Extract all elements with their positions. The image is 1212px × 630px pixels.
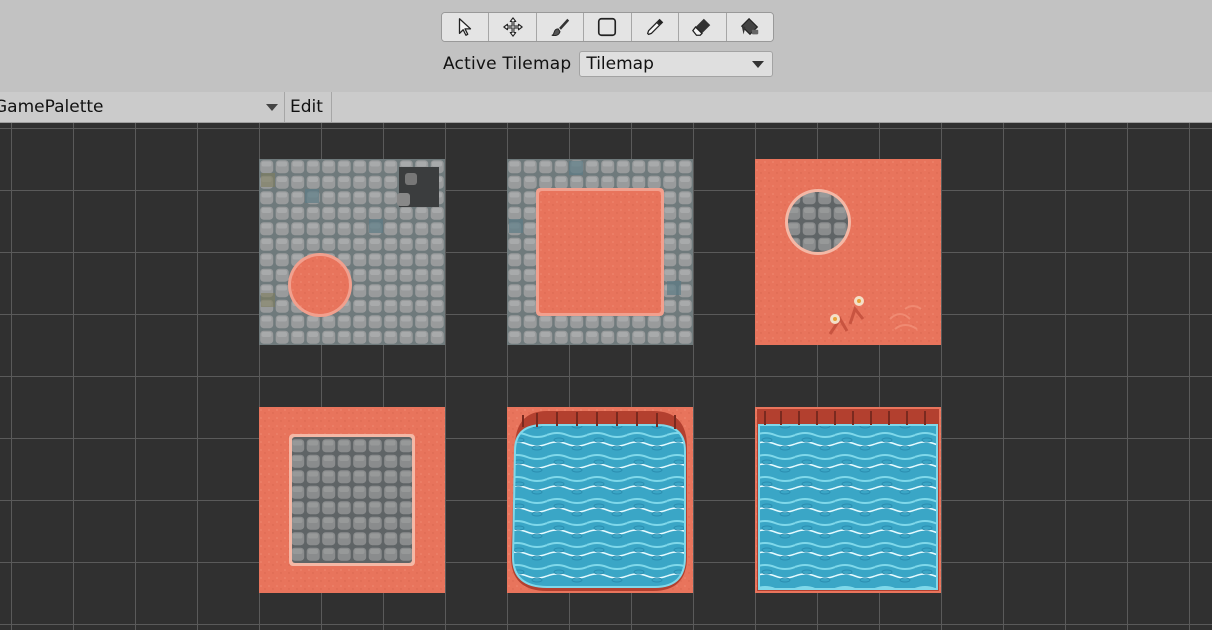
- tile-stone-sand-square[interactable]: [507, 159, 693, 345]
- eraser-icon: [692, 18, 711, 36]
- edit-palette-button[interactable]: Edit: [286, 92, 332, 122]
- erase-tool-button[interactable]: [679, 13, 727, 41]
- select-tool-button[interactable]: [442, 13, 490, 41]
- tile-water-square[interactable]: [755, 407, 941, 593]
- eyedropper-icon: [646, 18, 664, 36]
- move-arrows-icon: [502, 17, 523, 37]
- active-tilemap-row: Active Tilemap Tilemap: [443, 50, 774, 78]
- tile-water-rounded[interactable]: [507, 407, 693, 593]
- box-fill-tool-button[interactable]: [584, 13, 632, 41]
- arrow-cursor-icon: [459, 18, 472, 36]
- tool-strip: [441, 12, 774, 42]
- tile-palette-toolbar: Active Tilemap Tilemap: [0, 0, 1212, 92]
- fill-tool-button[interactable]: [726, 13, 773, 41]
- tile-sand-stone-hole[interactable]: [755, 159, 941, 345]
- paint-bucket-icon: [740, 17, 758, 36]
- palette-name: GamePalette: [0, 97, 104, 117]
- move-tool-button[interactable]: [489, 13, 537, 41]
- active-tilemap-value: Tilemap: [586, 54, 654, 74]
- brush-icon: [551, 18, 570, 37]
- rectangle-icon: [598, 17, 617, 37]
- active-tilemap-label: Active Tilemap: [443, 54, 572, 74]
- chevron-down-icon: [752, 61, 765, 68]
- chevron-down-icon: [266, 104, 278, 111]
- picker-tool-button[interactable]: [631, 13, 680, 41]
- active-tilemap-dropdown[interactable]: Tilemap: [579, 51, 774, 77]
- palette-dropdown[interactable]: GamePalette: [0, 92, 285, 122]
- tile-stone-sand-circle[interactable]: [259, 159, 445, 345]
- palette-bar: GamePalette Edit: [0, 92, 1212, 123]
- tile-sand-stone-square[interactable]: [259, 407, 445, 593]
- palette-grid[interactable]: [0, 123, 1212, 630]
- paint-tool-button[interactable]: [536, 13, 585, 41]
